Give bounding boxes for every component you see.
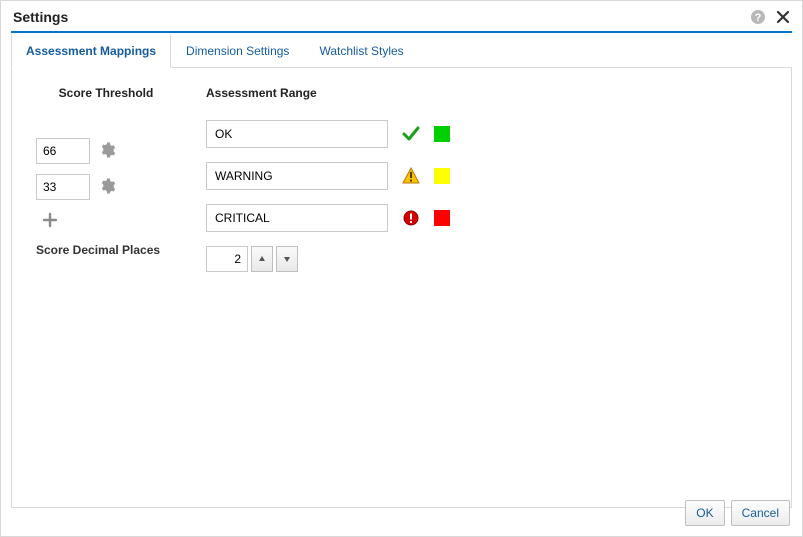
help-icon[interactable]: ?	[750, 9, 766, 25]
score-threshold-column: Score Threshold	[36, 86, 176, 257]
score-threshold-header: Score Threshold	[36, 86, 176, 100]
titlebar-actions: ?	[750, 9, 790, 25]
dialog-footer: OK Cancel	[685, 500, 790, 526]
close-icon[interactable]	[776, 10, 790, 24]
range-row-ok	[206, 120, 767, 148]
range-row-warning	[206, 162, 767, 190]
add-threshold-button[interactable]	[36, 210, 176, 235]
warning-icon	[402, 167, 420, 185]
settings-dialog: Settings ? Assessment Mappings Dimension…	[0, 0, 803, 537]
threshold-input-0[interactable]	[36, 138, 90, 164]
assessment-range-header: Assessment Range	[206, 86, 767, 100]
tab-panel: Score Threshold	[11, 68, 792, 508]
tab-watchlist-styles[interactable]: Watchlist Styles	[304, 34, 418, 68]
cancel-button[interactable]: Cancel	[731, 500, 790, 526]
color-swatch-ok[interactable]	[434, 126, 450, 142]
assessment-range-column: Assessment Range	[206, 86, 767, 272]
ok-button[interactable]: OK	[685, 500, 724, 526]
range-row-critical	[206, 204, 767, 232]
threshold-row-0	[36, 138, 176, 164]
dialog-title: Settings	[13, 9, 68, 25]
color-swatch-warning[interactable]	[434, 168, 450, 184]
tab-bar: Assessment Mappings Dimension Settings W…	[11, 31, 792, 68]
decimal-places-input[interactable]	[206, 246, 248, 272]
gear-icon[interactable]	[98, 141, 116, 162]
critical-icon	[402, 210, 420, 226]
threshold-row-1	[36, 174, 176, 200]
range-input-critical[interactable]	[206, 204, 388, 232]
range-input-ok[interactable]	[206, 120, 388, 148]
tab-dimension-settings[interactable]: Dimension Settings	[171, 34, 304, 68]
decimal-places-label: Score Decimal Places	[36, 243, 160, 257]
threshold-input-1[interactable]	[36, 174, 90, 200]
titlebar: Settings ?	[1, 1, 802, 31]
spinner-down-button[interactable]	[276, 246, 298, 272]
svg-text:?: ?	[755, 12, 762, 24]
tab-assessment-mappings[interactable]: Assessment Mappings	[11, 34, 171, 68]
spinner-up-button[interactable]	[251, 246, 273, 272]
decimal-places-spinner	[206, 246, 767, 272]
gear-icon[interactable]	[98, 177, 116, 198]
checkmark-icon	[402, 125, 420, 143]
range-input-warning[interactable]	[206, 162, 388, 190]
color-swatch-critical[interactable]	[434, 210, 450, 226]
